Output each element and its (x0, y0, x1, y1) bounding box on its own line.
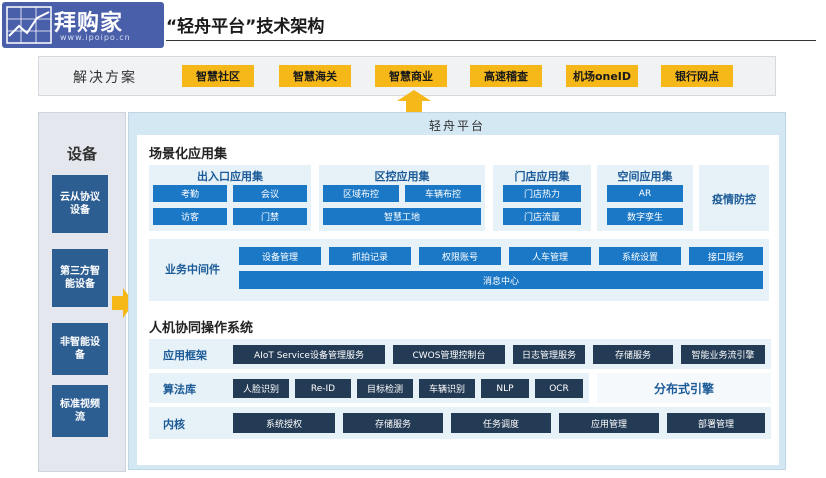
solution-bank-branch: 银行网点 (661, 65, 733, 87)
distributed-engine: 分布式引擎 (597, 373, 771, 403)
solution-airport-oneid: 机场oneID (566, 65, 638, 87)
group-space: 空间应用集 AR 数字孪生 (597, 165, 693, 231)
mw-capture-records: 抓拍记录 (329, 247, 411, 265)
device-label: 云从协议设备 (60, 192, 100, 216)
epidemic-label: 疫情防控 (712, 193, 756, 206)
kernel-deploy-management: 部署管理 (667, 413, 765, 433)
app-framework-label: 应用框架 (163, 349, 207, 362)
chart-logo-icon (6, 6, 52, 44)
tile-area-deploy: 区域布控 (323, 185, 399, 202)
algorithm-label: 算法库 (163, 383, 196, 396)
mw-system-settings: 系统设置 (599, 247, 681, 265)
solutions-title: 解决方案 (73, 70, 137, 86)
tile-attendance: 考勤 (153, 185, 227, 202)
group-title: 区控应用集 (374, 170, 430, 183)
solution-smart-community: 智慧社区 (182, 65, 254, 87)
logo: 拜购家 www.ipoipo.cn (2, 2, 164, 48)
tile-store-traffic: 门店流量 (503, 208, 581, 225)
group-area-control: 区控应用集 区域布控 车辆布控 智慧工地 (319, 165, 485, 231)
algo-object-detection: 目标检测 (357, 379, 413, 398)
platform-container: 轻舟平台 场景化应用集 出入口应用集 考勤 会议 访客 门禁 区控应用集 区域布… (128, 112, 786, 470)
device-label: 第三方智能设备 (60, 266, 100, 290)
group-entrance: 出入口应用集 考勤 会议 访客 门禁 (149, 165, 311, 231)
platform-title: 轻舟平台 (428, 119, 485, 133)
fw-business-flow-engine: 智能业务流引擎 (681, 345, 765, 364)
kernel-storage-service: 存储服务 (343, 413, 443, 433)
kernel-label: 内核 (163, 418, 185, 431)
group-title: 门店应用集 (514, 170, 570, 183)
algo-face-recognition: 人脸识别 (233, 379, 289, 398)
mw-person-vehicle: 人车管理 (509, 247, 591, 265)
page-title: “轻舟平台”技术架构 (166, 17, 325, 37)
device-non-smart: 非智能设备 (52, 323, 108, 375)
fw-aiot-service: AIoT Service设备管理服务 (233, 345, 385, 364)
kernel-app-management: 应用管理 (559, 413, 659, 433)
fw-log-service: 日志管理服务 (513, 345, 585, 364)
mw-permission-accounts: 权限账号 (419, 247, 501, 265)
device-third-party-smart: 第三方智能设备 (52, 249, 108, 307)
device-label: 非智能设备 (60, 337, 100, 361)
fw-storage-service: 存储服务 (593, 345, 673, 364)
mw-device-management: 设备管理 (239, 247, 321, 265)
mw-message-center: 消息中心 (239, 271, 763, 289)
app-framework-row: 应用框架 AIoT Service设备管理服务 CWOS管理控制台 日志管理服务… (149, 339, 771, 369)
tile-access-control: 门禁 (233, 208, 307, 225)
tile-meeting: 会议 (233, 185, 307, 202)
algo-reid: Re-ID (295, 379, 351, 398)
fw-cwos-console: CWOS管理控制台 (393, 345, 505, 364)
mw-interface-service: 接口服务 (689, 247, 763, 265)
tile-digital-twin: 数字孪生 (607, 208, 683, 225)
hmos-panel: 人机协同操作系统 应用框架 AIoT Service设备管理服务 CWOS管理控… (137, 309, 779, 465)
group-title: 出入口应用集 (197, 170, 263, 183)
group-epidemic: 疫情防控 (699, 165, 769, 231)
tile-store-heatmap: 门店热力 (503, 185, 581, 202)
tile-smart-site: 智慧工地 (323, 208, 481, 225)
scene-apps-title: 场景化应用集 (149, 147, 228, 162)
group-title: 空间应用集 (617, 170, 673, 183)
solution-smart-commerce: 智慧商业 (375, 65, 447, 87)
tile-vehicle-deploy: 车辆布控 (405, 185, 481, 202)
kernel-task-scheduling: 任务调度 (451, 413, 551, 433)
algo-nlp: NLP (481, 379, 529, 398)
kernel-system-license: 系统授权 (233, 413, 335, 433)
middleware-row: 业务中间件 设备管理 抓拍记录 权限账号 人车管理 系统设置 接口服务 消息中心 (149, 239, 769, 301)
device-standard-video-stream: 标准视频流 (52, 385, 108, 437)
tile-ar: AR (607, 185, 683, 202)
tile-visitor: 访客 (153, 208, 227, 225)
kernel-row: 内核 系统授权 存储服务 任务调度 应用管理 部署管理 (149, 407, 771, 439)
arrow-up-icon (397, 90, 431, 112)
logo-site: www.ipoipo.cn (60, 33, 131, 42)
algo-ocr: OCR (535, 379, 583, 398)
header-divider (166, 40, 816, 41)
solution-highway-inspection: 高速稽查 (470, 65, 542, 87)
solution-smart-customs: 智慧海关 (279, 65, 351, 87)
device-cloudwalk-protocol: 云从协议设备 (52, 175, 108, 233)
algo-vehicle-recognition: 车辆识别 (419, 379, 475, 398)
device-title: 设备 (66, 145, 97, 163)
middleware-label: 业务中间件 (165, 263, 220, 276)
scene-apps-panel: 场景化应用集 出入口应用集 考勤 会议 访客 门禁 区控应用集 区域布控 车辆布… (137, 135, 779, 309)
hmos-title: 人机协同操作系统 (149, 321, 254, 336)
device-label: 标准视频流 (60, 399, 100, 423)
algorithm-row: 算法库 人脸识别 Re-ID 目标检测 车辆识别 NLP OCR (149, 373, 589, 403)
group-store: 门店应用集 门店热力 门店流量 (493, 165, 591, 231)
